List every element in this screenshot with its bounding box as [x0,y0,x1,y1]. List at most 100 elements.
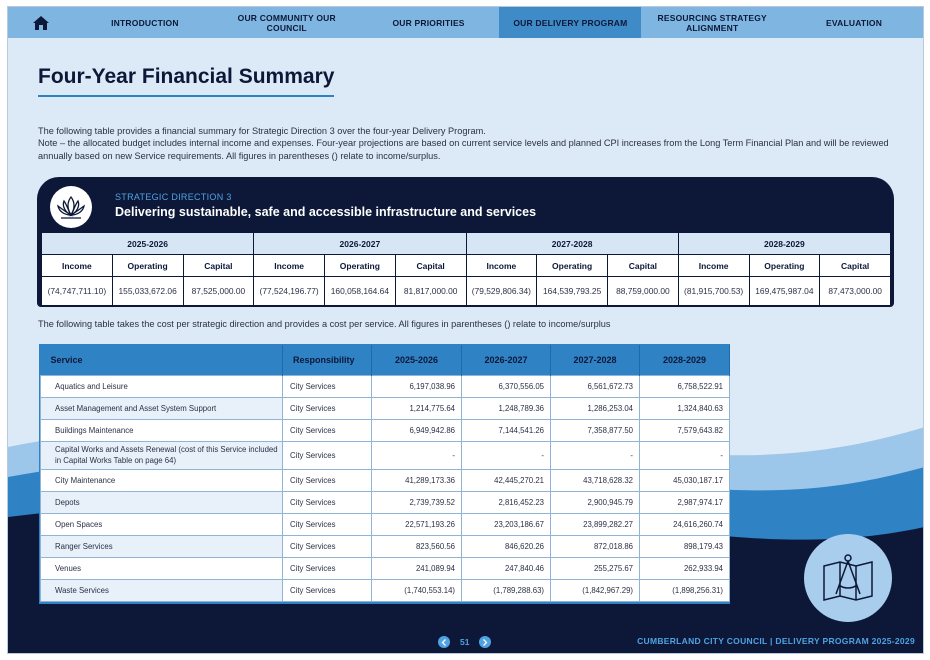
page-pager: 51 [438,636,492,648]
value-cell: 87,525,000.00 [182,276,255,306]
income-header: Income [41,254,113,277]
amount-cell: 6,758,522.91 [639,374,730,398]
value-cell: (79,529,806.34) [465,276,538,306]
service-name-cell: Asset Management and Asset System Suppor… [40,396,283,420]
chevron-right-icon [483,638,488,646]
amount-cell: 1,248,789.36 [461,396,551,420]
amount-cell: 1,324,840.63 [639,396,730,420]
value-cell: (81,915,700.53) [677,276,750,306]
amount-cell: - [550,440,640,470]
amount-cell: 7,358,877.50 [550,418,640,442]
operating-header: Operating [748,254,821,277]
income-header: Income [677,254,750,277]
value-cell: 88,759,000.00 [607,276,679,306]
capital-header: Capital [607,254,679,277]
service-name-cell: Aquatics and Leisure [40,374,283,398]
page-number: 51 [460,637,470,647]
value-cell: 81,817,000.00 [394,276,467,306]
year-header: 2028-2029 [677,232,892,255]
service-name-cell: Venues [40,556,283,580]
nav-our-community[interactable]: OUR COMMUNITY OUR COUNCIL [216,7,358,38]
amount-cell: 7,144,541.26 [461,418,551,442]
capital-header: Capital [182,254,255,277]
amount-cell: 6,370,556.05 [461,374,551,398]
operating-header: Operating [324,254,396,277]
responsibility-cell: City Services [282,534,372,558]
service-table-note: The following table takes the cost per s… [38,319,611,329]
responsibility-cell: City Services [282,396,372,420]
amount-cell: (1,789,288.63) [461,578,551,602]
amount-cell: 872,018.86 [550,534,640,558]
year-header: 2027-2028 [465,232,679,255]
amount-cell: 2,739,739.52 [371,490,462,514]
operating-header: Operating [111,254,184,277]
table-row: City Maintenance City Services 41,289,173.… [40,468,730,492]
value-cell: (77,524,196.77) [253,276,325,306]
responsibility-cell: City Services [282,512,372,536]
strategic-direction-heading: Delivering sustainable, safe and accessi… [115,205,537,219]
amount-cell: 1,214,775.64 [371,396,462,420]
amount-cell: (1,842,967.29) [550,578,640,602]
amount-cell: 6,949,942.86 [371,418,462,442]
table-row: Waste Services City Services (1,740,553.14… [40,578,730,602]
infrastructure-emblem [804,534,892,622]
amount-cell: 23,203,186.67 [461,512,551,536]
responsibility-cell: City Services [282,374,372,398]
table-row: Venues City Services 241,089.94 247,840.46 2… [40,556,730,580]
responsibility-column-header: Responsibility [282,345,372,375]
next-page-button[interactable] [479,636,492,648]
amount-cell: 262,933.94 [639,556,730,580]
amount-cell: 2,987,974.17 [639,490,730,514]
nav-resourcing-strategy[interactable]: RESOURCING STRATEGY ALIGNMENT [641,7,783,38]
table-row: Capital Works and Assets Renewal (cost o… [40,440,730,470]
amount-cell: 24,616,260.74 [639,512,730,536]
service-header-row: Service Responsibility 2025-2026 2026-20… [40,345,730,375]
value-cell: 160,058,164.64 [324,276,396,306]
previous-page-button[interactable] [438,636,450,648]
nav-evaluation[interactable]: EVALUATION [783,7,923,38]
amount-cell: 41,289,173.36 [371,468,462,492]
year-column-header: 2026-2027 [461,345,551,375]
table-row: Aquatics and Leisure City Services 6,197,0… [40,374,730,398]
strategic-direction-number: STRATEGIC DIRECTION 3 [115,192,232,202]
amount-cell: - [371,440,462,470]
compass-blueprint-icon [823,554,873,601]
strategic-direction-emblem [50,186,92,228]
amount-cell: 1,286,253.04 [550,396,640,420]
responsibility-cell: City Services [282,556,372,580]
responsibility-cell: City Services [282,578,372,602]
amount-cell: 2,816,452.23 [461,490,551,514]
amount-cell: 255,275.67 [550,556,640,580]
amount-cell: 43,718,628.32 [550,468,640,492]
capital-header: Capital [394,254,467,277]
service-name-cell: Capital Works and Assets Renewal (cost o… [40,440,283,470]
service-table-container: Service Responsibility 2025-2026 2026-20… [39,344,730,604]
table-row: Depots City Services 2,739,739.52 2,816,452… [40,490,730,514]
amount-cell: 247,840.46 [461,556,551,580]
intro-line-1: The following table provides a financial… [38,126,486,136]
responsibility-cell: City Services [282,490,372,514]
service-name-cell: Depots [40,490,283,514]
service-name-cell: Waste Services [40,578,283,602]
nav-our-priorities[interactable]: OUR PRIORITIES [358,7,500,38]
home-button[interactable] [8,7,74,38]
capital-header: Capital [819,254,891,277]
year-column-header: 2028-2029 [639,345,730,375]
lotus-icon [57,195,85,219]
nav-introduction[interactable]: INTRODUCTION [74,7,216,38]
amount-cell: 22,571,193.26 [371,512,462,536]
amount-cell: - [639,440,730,470]
year-header-row: 2025-2026 2026-2027 2027-2028 2028-2029 [40,232,892,255]
service-name-cell: City Maintenance [40,468,283,492]
amount-cell: 2,900,945.79 [550,490,640,514]
amount-cell: 6,197,038.96 [371,374,462,398]
year-header: 2026-2027 [253,232,467,255]
chevron-left-icon [441,638,446,646]
service-name-cell: Ranger Services [40,534,283,558]
value-cell: 155,033,672.06 [111,276,184,306]
amount-cell: (1,740,553.14) [371,578,462,602]
nav-our-delivery-program[interactable]: OUR DELIVERY PROGRAM [499,7,642,38]
amount-cell: 23,899,282.27 [550,512,640,536]
sub-header-row: Income Operating Capital Income Operatin… [41,254,891,277]
document-page: INTRODUCTION OUR COMMUNITY OUR COUNCIL O… [7,6,924,654]
